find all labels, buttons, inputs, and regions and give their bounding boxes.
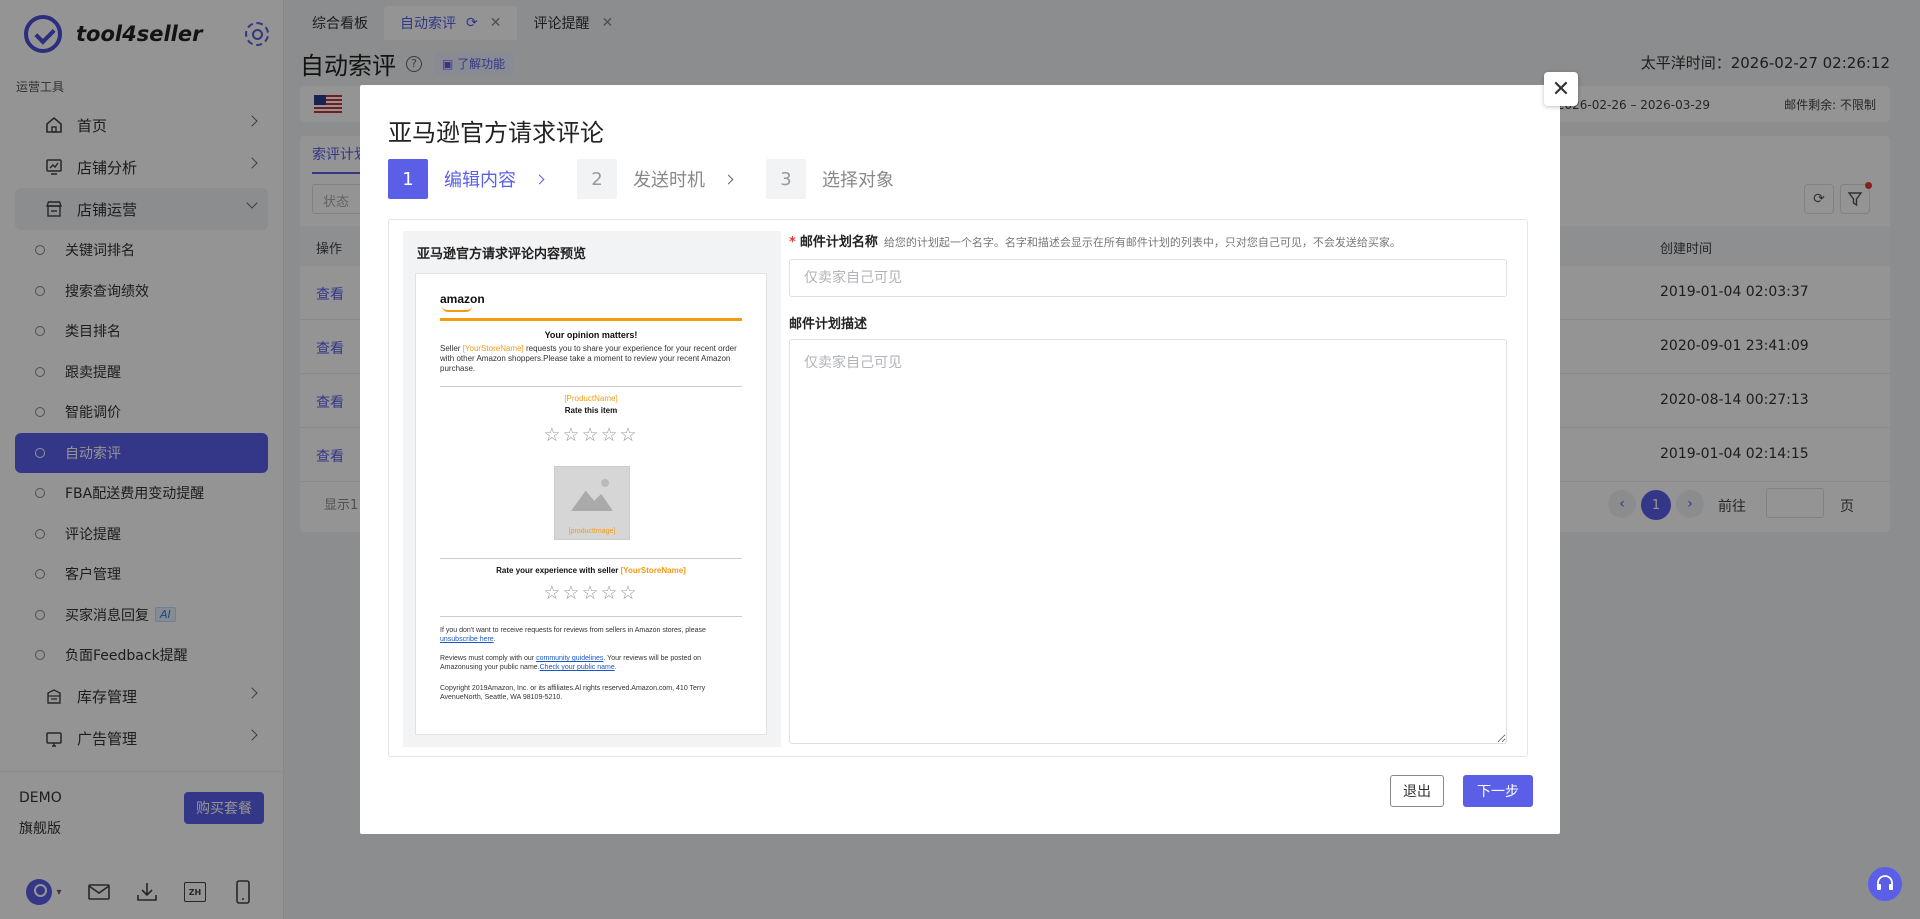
store-placeholder: [YourStoreName] (620, 566, 686, 575)
chevron-right-icon (534, 174, 545, 184)
preview-title: 亚马逊官方请求评论内容预览 (417, 247, 587, 262)
text: Rate your experience with seller (496, 566, 621, 575)
plan-name-hint: 给您的计划起一个名字。名字和描述会显示在所有邮件计划的列表中，只对您自己可见，不… (883, 236, 1401, 249)
image-icon (601, 479, 609, 487)
plan-description-label: 邮件计划描述 (789, 317, 868, 332)
step-label: 选择对象 (822, 170, 894, 191)
image-label: [productImage] (568, 528, 616, 535)
rating-stars: ☆☆☆☆☆ (543, 583, 639, 604)
step-select-target[interactable]: 3 选择对象 (766, 159, 894, 199)
modal-title: 亚马逊官方请求评论 (388, 119, 604, 147)
text: Reviews must comply with our (440, 655, 537, 662)
email-preview: amazon Your opinion matters! Seller [You… (415, 273, 767, 735)
request-review-modal: ✕ 亚马逊官方请求评论 1 编辑内容 2 发送时机 3 选择对象 亚马逊官方请求… (360, 72, 1578, 834)
email-heading: Your opinion matters! (544, 330, 638, 340)
divider (440, 318, 742, 321)
guidelines-text: Reviews must comply with our community g… (440, 654, 742, 672)
step-label: 发送时机 (633, 170, 705, 191)
text: . (614, 664, 617, 671)
step-send-timing[interactable]: 2 发送时机 (577, 159, 766, 199)
step-number: 2 (577, 159, 617, 199)
text: . (493, 636, 496, 643)
plan-form: * 邮件计划名称 给您的计划起一个名字。名字和描述会显示在所有邮件计划的列表中，只对… (789, 231, 1509, 744)
modal-body: 亚马逊官方请求评论内容预览 amazon Your opinion matter… (388, 219, 1528, 757)
text: If you don't want to receive requests fo… (440, 627, 706, 634)
chevron-right-icon (723, 174, 734, 184)
plan-name-input[interactable] (789, 259, 1507, 297)
guidelines-link[interactable]: community guidelines (536, 655, 603, 662)
product-name-placeholder: [ProductName] (564, 394, 618, 403)
plan-description-input[interactable] (789, 339, 1507, 744)
public-name-link[interactable]: Check your public name (540, 664, 615, 671)
required-marker: * (789, 235, 796, 250)
rate-item-label: Rate this item (564, 406, 618, 415)
amazon-logo: amazon (440, 292, 485, 312)
divider (440, 558, 742, 559)
unsubscribe-link[interactable]: unsubscribe here (440, 636, 494, 643)
plan-name-label: * 邮件计划名称 给您的计划起一个名字。名字和描述会显示在所有邮件计划的列表中，只对… (789, 231, 1509, 250)
text: Seller (440, 344, 463, 353)
email-intro: Seller [YourStoreName] requests you to s… (440, 344, 742, 374)
next-step-button[interactable]: 下一步 (1463, 775, 1533, 807)
product-image-placeholder: [productImage] (554, 466, 630, 540)
unsubscribe-text: If you don't want to receive requests fo… (440, 626, 742, 644)
email-preview-panel: 亚马逊官方请求评论内容预览 amazon Your opinion matter… (403, 231, 781, 747)
step-number: 1 (388, 159, 428, 199)
store-placeholder: [YourStoreName] (462, 344, 524, 353)
label-text: 邮件计划名称 (799, 235, 878, 250)
exit-button[interactable]: 退出 (1390, 775, 1444, 807)
stepper: 1 编辑内容 2 发送时机 3 选择对象 (388, 159, 894, 199)
divider (440, 386, 742, 387)
rating-stars: ☆☆☆☆☆ (543, 425, 639, 446)
step-label: 编辑内容 (444, 170, 516, 191)
rate-seller-label: Rate your experience with seller [YourSt… (440, 566, 742, 575)
headset-icon[interactable] (1868, 867, 1902, 901)
step-number: 3 (766, 159, 806, 199)
divider (440, 616, 742, 617)
step-edit-content[interactable]: 1 编辑内容 (388, 159, 577, 199)
copyright-text: Copyright 2019Amazon, Inc. or its affili… (440, 685, 706, 701)
close-icon[interactable]: ✕ (1544, 72, 1578, 106)
